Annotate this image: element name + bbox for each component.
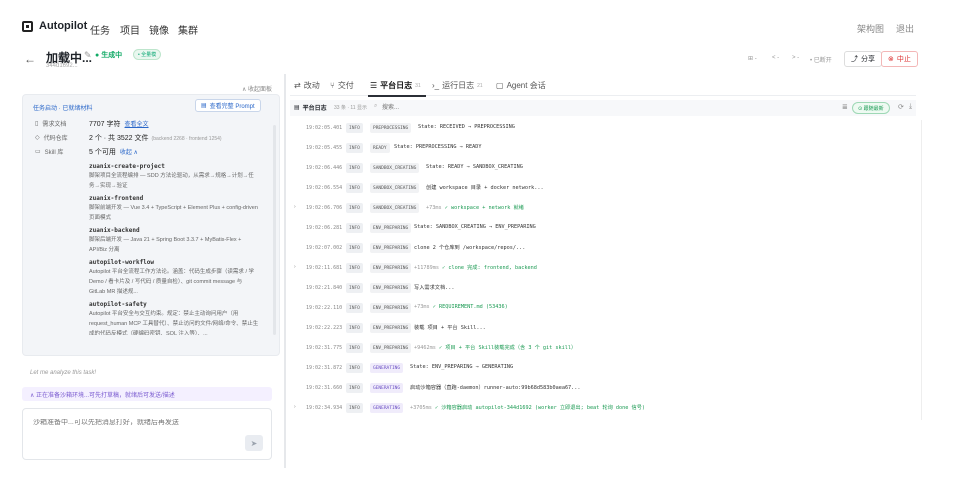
tab-changes[interactable]: ⇄ 改动 [294, 80, 320, 91]
doc-icon: ▯ [35, 121, 39, 127]
requirement-row: ▯ 需求文档 7707 字符 查看全文 [35, 120, 149, 129]
left-panel: ∧ 收起面板 任务启动 · 已就绪材料 ▤ 查看完整 Prompt ▯ 需求文档… [22, 78, 280, 470]
table-row[interactable]: 19:02:22.223 INFO ENV_PREPARING 装载 项目 + … [290, 320, 916, 340]
expand-caret-icon[interactable]: › [294, 404, 296, 410]
filter-icon[interactable]: ≣ [842, 103, 848, 111]
connection-status: • 已断开 [810, 58, 832, 64]
mode-badge: • 全量模 [133, 49, 162, 60]
list-item[interactable]: zuanix-create-project 脚架项目全流程编排 — SDD 方法… [89, 163, 259, 191]
share-icon: ⤴ [851, 56, 858, 63]
grid-control[interactable]: ⊞ - [748, 55, 757, 62]
status-badge: ● 生成中 [95, 52, 123, 59]
log-count: 33 条 · 11 显示 [334, 105, 367, 111]
requirement-value: 7707 字符 查看全文 [89, 120, 149, 128]
table-row[interactable]: 19:02:07.002 INFO ENV_PREPARING clone 2 … [290, 240, 916, 260]
logo-text: Autopilot [39, 20, 88, 32]
task-materials-card: 任务启动 · 已就绪材料 ▤ 查看完整 Prompt ▯ 需求文档 7707 字… [22, 94, 280, 356]
panel-resizer[interactable] [284, 74, 286, 468]
nav-tasks[interactable]: 任务 [90, 22, 110, 37]
log-icon: ▤ [294, 105, 300, 111]
tab-platform-logs[interactable]: ☰ 平台日志 31 [370, 80, 421, 91]
book-icon: ▭ [35, 149, 41, 155]
sandbox-preparing-banner: ∧ 正在准备沙箱环境...可先打草稿，就绪后可发送/描述 [22, 387, 272, 401]
table-row[interactable]: › 19:02:11.681 INFO ENV_PREPARING +11789… [290, 260, 916, 280]
prev-control[interactable]: < - [772, 55, 779, 61]
nav-clusters[interactable]: 集群 [178, 22, 198, 37]
skill-value: 5 个可用 收起 ∧ [89, 148, 138, 156]
table-row[interactable]: 19:02:22.110 INFO ENV_PREPARING +73ms ✓ … [290, 300, 916, 320]
stop-button[interactable]: ⊗ 中止 [881, 51, 918, 67]
platform-log-list: 19:02:05.401 INFO PREPROCESSING State: R… [290, 120, 916, 420]
agent-thinking-text: Let me analyze this task! [30, 370, 97, 376]
log-toolbar: ▤平台日志 33 条 · 11 显示 ⌕ ≣ ⊙ 跟随最新 ⟳ ⤓ [290, 100, 916, 116]
task-header: ← 加载中... 344d1692... ✎ ● 生成中 • 全量模 ⊞ - <… [0, 44, 954, 74]
next-control[interactable]: > - [792, 55, 799, 61]
document-icon: ▤ [201, 103, 207, 109]
refresh-icon[interactable]: ⟳ [898, 103, 904, 111]
table-row[interactable]: 19:02:06.446 INFO SANDBOX_CREATING State… [290, 160, 916, 180]
skill-list: zuanix-create-project 脚架项目全流程编排 — SDD 方法… [81, 163, 271, 335]
tab-delivery[interactable]: ⑂ 交付 [330, 80, 354, 91]
send-button[interactable]: ➤ [245, 435, 263, 451]
top-nav: Autopilot 任务 项目 镜像 集群 架构图 退出 [0, 14, 954, 42]
table-row[interactable]: 19:02:06.554 INFO SANDBOX_CREATING 创建 wo… [290, 180, 916, 200]
toolbar-title: ▤ 平台日志 [294, 105, 327, 112]
card-scrollbar[interactable] [273, 125, 276, 335]
tab-agent-session[interactable]: ▢ Agent 会话 [496, 80, 546, 91]
task-id: 344d1692... [46, 63, 78, 69]
app-root: Autopilot 任务 项目 镜像 集群 架构图 退出 ← 加载中... 34… [0, 0, 954, 494]
table-row[interactable]: › 19:02:34.934 INFO GENERATING +3705ms ✓… [290, 400, 916, 420]
search-icon: ⌕ [374, 103, 378, 109]
list-item[interactable]: autopilot-safety Autopilot 平台安全与交互约束。规定：… [89, 301, 259, 335]
table-row[interactable]: › 19:02:06.706 INFO SANDBOX_CREATING +73… [290, 200, 916, 220]
list-icon: ☰ [370, 81, 378, 90]
table-row[interactable]: 19:02:05.455 INFO READY State: PREPROCES… [290, 140, 916, 160]
message-input[interactable] [33, 419, 233, 426]
repo-value: 2 个 · 共 3522 文件 (backend 2268 · frontend … [89, 134, 222, 142]
view-prompt-button[interactable]: ▤ 查看完整 Prompt [195, 99, 261, 112]
code-icon: ◇ [35, 135, 40, 141]
collapse-panel-button[interactable]: ∧ 收起面板 [242, 84, 272, 93]
terminal-icon: ›_ [432, 81, 440, 90]
nav-logout[interactable]: 退出 [896, 22, 914, 35]
chat-icon: ▢ [496, 81, 504, 90]
list-item[interactable]: zuanix-frontend 脚架前端开发 — Vue 3.4 + TypeS… [89, 195, 259, 223]
expand-caret-icon[interactable]: › [294, 264, 296, 270]
table-row[interactable]: 19:02:31.660 INFO GENERATING 启动沙箱容器（直跑-d… [290, 380, 916, 400]
stop-icon: ⊗ [888, 56, 894, 63]
list-item[interactable]: zuanix-backend 脚架后端开发 — Java 21 + Spring… [89, 227, 259, 255]
send-icon: ➤ [250, 438, 258, 448]
table-row[interactable]: 19:02:06.281 INFO ENV_PREPARING State: S… [290, 220, 916, 240]
table-row[interactable]: 19:02:05.401 INFO PREPROCESSING State: R… [290, 120, 916, 140]
nav-projects[interactable]: 项目 [120, 22, 140, 37]
logo-icon [22, 20, 33, 32]
follow-latest-toggle[interactable]: ⊙ 跟随最新 [852, 102, 890, 114]
nav-images[interactable]: 镜像 [149, 22, 169, 37]
table-row[interactable]: 19:02:31.775 INFO ENV_PREPARING +9462ms … [290, 340, 916, 360]
message-composer: ➤ [22, 408, 272, 460]
repo-row: ◇ 代码仓库 2 个 · 共 3522 文件 (backend 2268 · fr… [35, 134, 222, 143]
tab-run-logs[interactable]: ›_ 运行日志 21 [432, 80, 483, 91]
nav-architecture[interactable]: 架构图 [857, 22, 884, 35]
view-full-link[interactable]: 查看全文 [125, 122, 149, 128]
edit-pencil-icon[interactable]: ✎ [84, 50, 92, 61]
back-arrow-icon[interactable]: ← [24, 52, 36, 66]
log-scrollbar[interactable] [921, 120, 922, 420]
right-tabs: ⇄ 改动 ⑂ 交付 ☰ 平台日志 31 ›_ 运行日志 21 ▢ Agent 会话 [290, 76, 916, 96]
expand-caret-icon[interactable]: › [294, 204, 296, 210]
changes-icon: ⇄ [294, 81, 301, 90]
table-row[interactable]: 19:02:31.872 INFO GENERATING State: ENV_… [290, 360, 916, 380]
card-title: 任务启动 · 已就绪材料 [33, 106, 93, 112]
collapse-skills-link[interactable]: 收起 ∧ [120, 150, 138, 156]
skill-row: ▭ Skill 库 5 个可用 收起 ∧ [35, 148, 138, 157]
download-icon[interactable]: ⤓ [909, 103, 912, 111]
active-tab-indicator [368, 95, 426, 97]
list-item[interactable]: autopilot-workflow Autopilot 平台全流程工作方法论。… [89, 259, 259, 297]
logo[interactable]: Autopilot [22, 20, 87, 32]
table-row[interactable]: 19:02:21.840 INFO ENV_PREPARING 写入需求文档..… [290, 280, 916, 300]
log-search-input[interactable] [382, 102, 682, 114]
share-button[interactable]: ⤴ 分享 [844, 51, 882, 67]
branch-icon: ⑂ [330, 81, 335, 90]
